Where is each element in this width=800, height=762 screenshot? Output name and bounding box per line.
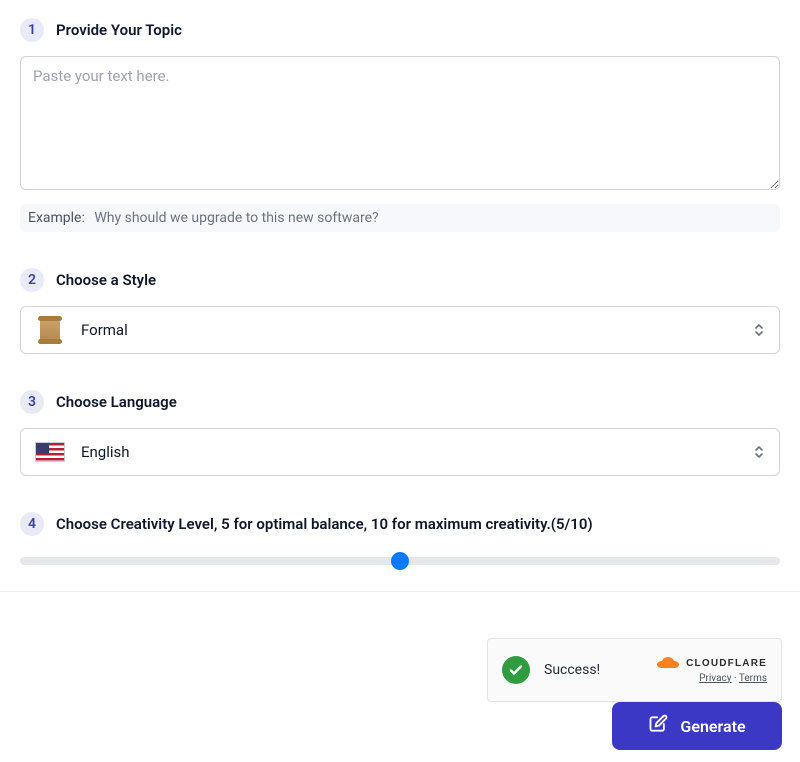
chevron-up-down-icon <box>753 322 765 338</box>
us-flag-icon <box>35 442 65 462</box>
turnstile-status: Success! <box>544 662 600 678</box>
turnstile-privacy-link[interactable]: Privacy <box>699 673 731 684</box>
style-select-value: Formal <box>81 321 128 339</box>
step-style-title: Choose a Style <box>56 271 156 289</box>
cloud-icon <box>656 657 682 671</box>
turnstile-separator: · <box>734 673 737 684</box>
check-circle-icon <box>502 656 530 684</box>
step-number-2: 2 <box>20 268 44 292</box>
step-language: 3 Choose Language English <box>20 390 780 476</box>
step-creativity-header: 4 Choose Creativity Level, 5 for optimal… <box>20 512 780 536</box>
step-topic-title: Provide Your Topic <box>56 21 182 39</box>
creativity-slider[interactable] <box>20 557 780 565</box>
step-style-header: 2 Choose a Style <box>20 268 780 292</box>
section-divider <box>0 591 800 592</box>
topic-example: Example: Why should we upgrade to this n… <box>20 204 780 232</box>
step-creativity: 4 Choose Creativity Level, 5 for optimal… <box>20 512 780 569</box>
step-topic: 1 Provide Your Topic Example: Why should… <box>20 18 780 232</box>
style-select[interactable]: Formal <box>20 306 780 354</box>
topic-textarea[interactable] <box>20 56 780 190</box>
turnstile-links: Privacy · Terms <box>699 673 767 684</box>
turnstile-terms-link[interactable]: Terms <box>739 673 767 684</box>
step-topic-header: 1 Provide Your Topic <box>20 18 780 42</box>
language-select-value: English <box>81 443 130 461</box>
step-style: 2 Choose a Style Formal <box>20 268 780 354</box>
turnstile-widget: Success! CLOUDFLARE Privacy · Terms <box>487 638 782 702</box>
step-number-3: 3 <box>20 390 44 414</box>
edit-square-icon <box>648 714 668 738</box>
step-number-1: 1 <box>20 18 44 42</box>
cloudflare-logo: CLOUDFLARE <box>656 657 767 671</box>
topic-example-text: Why should we upgrade to this new softwa… <box>94 210 378 226</box>
topic-example-label: Example: <box>28 210 85 226</box>
step-language-header: 3 Choose Language <box>20 390 780 414</box>
step-creativity-title: Choose Creativity Level, 5 for optimal b… <box>56 515 593 533</box>
cloudflare-wordmark: CLOUDFLARE <box>686 658 767 669</box>
language-select[interactable]: English <box>20 428 780 476</box>
step-number-4: 4 <box>20 512 44 536</box>
scroll-icon <box>35 319 65 341</box>
chevron-up-down-icon <box>753 444 765 460</box>
generate-button-label: Generate <box>680 717 745 736</box>
generate-button[interactable]: Generate <box>612 702 782 750</box>
step-language-title: Choose Language <box>56 393 177 411</box>
